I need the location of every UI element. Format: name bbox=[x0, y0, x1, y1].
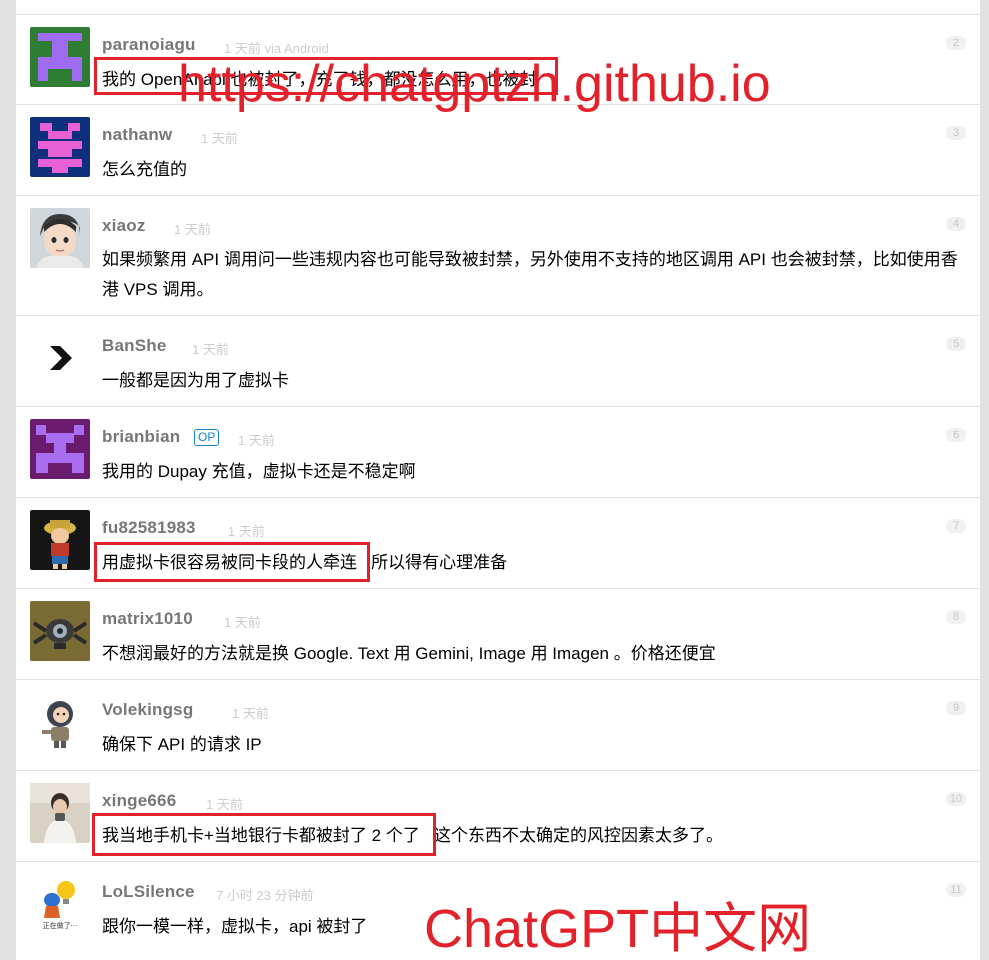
avatar[interactable] bbox=[30, 208, 90, 268]
reply-time: 1 天前 bbox=[201, 131, 238, 146]
reply-number: 7 bbox=[946, 519, 966, 533]
avatar[interactable] bbox=[30, 117, 90, 177]
username[interactable]: BanShe bbox=[102, 336, 167, 356]
highlight-box bbox=[94, 542, 370, 582]
avatar[interactable] bbox=[30, 692, 90, 752]
reply-item: brianbian OP 1 天前 6 我用的 Dupay 充值，虚拟卡还是不稳… bbox=[16, 407, 980, 498]
photo-avatar-icon bbox=[30, 783, 90, 843]
reply-item: BanShe 1 天前 5 一般都是因为用了虚拟卡 bbox=[16, 316, 980, 407]
reply-time: 1 天前 bbox=[228, 524, 265, 539]
username[interactable]: xinge666 bbox=[102, 791, 176, 811]
identicon-avatar-icon bbox=[30, 419, 90, 479]
lightbulb-avatar-icon: 正在做了··· bbox=[30, 874, 90, 934]
replies-card: paranoiagu 1 天前 via Android 2 我的 OpenAI … bbox=[16, 0, 980, 960]
astronaut-avatar-icon bbox=[30, 692, 90, 752]
username[interactable]: LoLSilence bbox=[102, 882, 195, 902]
reply-number: 6 bbox=[946, 428, 966, 442]
reply-time: 1 天前 bbox=[224, 615, 261, 630]
reply-number: 5 bbox=[946, 337, 966, 351]
reply-number: 10 bbox=[946, 792, 966, 806]
reply-content: 如果频繁用 API 调用问一些违规内容也可能导致被封禁，另外使用不支持的地区调用… bbox=[102, 250, 958, 299]
username[interactable]: nathanw bbox=[102, 125, 172, 145]
username[interactable]: paranoiagu bbox=[102, 35, 196, 55]
cartoon-boy-avatar-icon bbox=[30, 208, 90, 268]
avatar[interactable] bbox=[30, 601, 90, 661]
reply-time: 1 天前 bbox=[232, 706, 269, 721]
avatar[interactable] bbox=[30, 510, 90, 570]
watermark-url: https://chatgptzh.github.io bbox=[178, 55, 771, 113]
reply-content: 怎么充值的 bbox=[102, 160, 187, 179]
reply-item: matrix1010 1 天前 8 不想润最好的方法就是换 Google. Te… bbox=[16, 589, 980, 680]
reply-item: xiaoz 1 天前 4 如果频繁用 API 调用问一些违规内容也可能导致被封禁… bbox=[16, 196, 980, 316]
reply-number: 11 bbox=[946, 883, 966, 897]
highlight-box bbox=[92, 813, 436, 856]
username[interactable]: xiaoz bbox=[102, 216, 146, 236]
reply-time: 1 天前 bbox=[238, 433, 275, 448]
reply-content: 我用的 Dupay 充值，虚拟卡还是不稳定啊 bbox=[102, 462, 416, 481]
identicon-avatar-icon bbox=[30, 117, 90, 177]
robot-avatar-icon bbox=[30, 601, 90, 661]
reply-time: 1 天前 bbox=[174, 222, 211, 237]
avatar[interactable] bbox=[30, 328, 90, 388]
identicon-avatar-icon bbox=[30, 27, 90, 87]
reply-time: 1 天前 bbox=[206, 797, 243, 812]
reply-number: 3 bbox=[946, 126, 966, 140]
username[interactable]: Volekingsg bbox=[102, 700, 193, 720]
reply-content: 一般都是因为用了虚拟卡 bbox=[102, 371, 289, 390]
avatar[interactable] bbox=[30, 27, 90, 87]
reply-number: 8 bbox=[946, 610, 966, 624]
username[interactable]: matrix1010 bbox=[102, 609, 193, 629]
reply-item: Volekingsg 1 天前 9 确保下 API 的请求 IP bbox=[16, 680, 980, 771]
reply-time: 7 小时 23 分钟前 bbox=[216, 888, 314, 903]
watermark-site: ChatGPT中文网 bbox=[424, 899, 812, 959]
reply-number: 9 bbox=[946, 701, 966, 715]
reply-content: 不想润最好的方法就是换 Google. Text 用 Gemini, Image… bbox=[102, 644, 716, 663]
reply-number: 2 bbox=[946, 36, 966, 50]
reply-item: nathanw 1 天前 3 怎么充值的 bbox=[16, 105, 980, 196]
avatar[interactable]: 正在做了··· bbox=[30, 874, 90, 934]
chevron-right-icon bbox=[30, 328, 90, 388]
reply-time: 1 天前 bbox=[192, 342, 229, 357]
op-badge: OP bbox=[194, 429, 220, 446]
avatar[interactable] bbox=[30, 419, 90, 479]
anime-character-avatar-icon bbox=[30, 510, 90, 570]
reply-content: 确保下 API 的请求 IP bbox=[102, 735, 262, 754]
username[interactable]: brianbian bbox=[102, 427, 180, 447]
reply-number: 4 bbox=[946, 217, 966, 231]
username[interactable]: fu82581983 bbox=[102, 518, 196, 538]
avatar[interactable] bbox=[30, 783, 90, 843]
avatar-caption: 正在做了··· bbox=[43, 921, 78, 930]
